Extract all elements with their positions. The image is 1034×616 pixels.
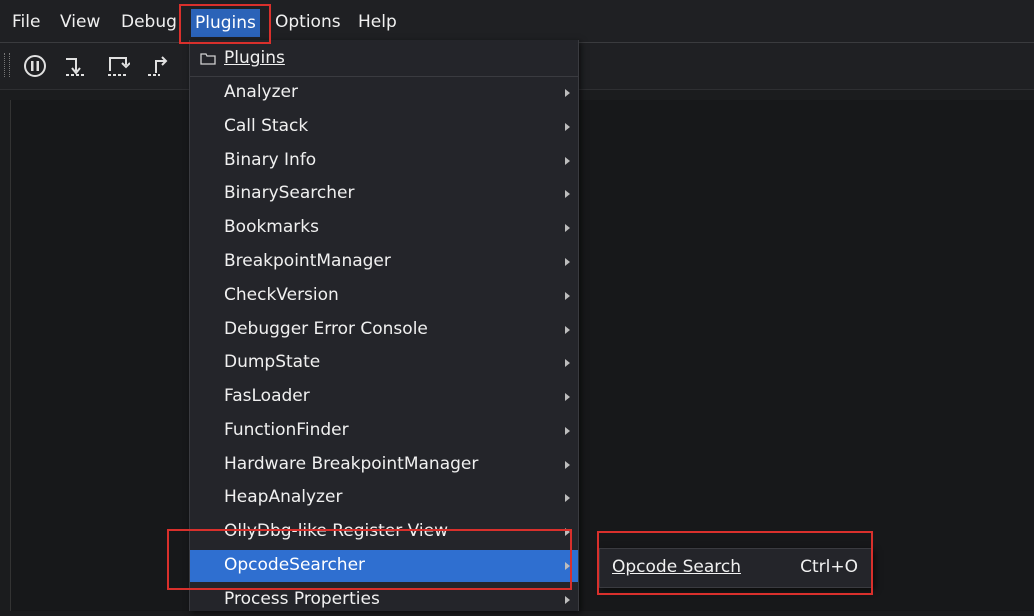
menu-view[interactable]: View (60, 12, 100, 32)
menu-item-functionfinder[interactable]: FunctionFinder (190, 415, 578, 447)
submenu-arrow-icon (565, 89, 570, 97)
step-out-icon[interactable] (146, 53, 172, 79)
submenu-arrow-icon (565, 528, 570, 536)
menu-item-label: BinarySearcher (224, 183, 355, 203)
submenu-arrow-icon (565, 258, 570, 266)
opcode-search-shortcut: Ctrl+O (800, 557, 858, 577)
menu-item-label: Bookmarks (224, 217, 319, 237)
menu-help[interactable]: Help (358, 12, 397, 32)
menu-item-label: FunctionFinder (224, 420, 349, 440)
menu-item-bookmarks[interactable]: Bookmarks (190, 212, 578, 244)
menu-options[interactable]: Options (275, 12, 341, 32)
submenu-arrow-icon (565, 461, 570, 469)
menu-item-analyzer[interactable]: Analyzer (190, 77, 578, 109)
menu-item-heapanalyzer[interactable]: HeapAnalyzer (190, 482, 578, 514)
menu-debug[interactable]: Debug (121, 12, 177, 32)
toolbar-grip[interactable] (4, 53, 10, 77)
menu-item-hardware-breakpointmanager[interactable]: Hardware BreakpointManager (190, 449, 578, 481)
menu-item-label: Binary Info (224, 150, 317, 170)
menu-item-checkversion[interactable]: CheckVersion (190, 280, 578, 312)
menu-item-label: Hardware BreakpointManager (224, 454, 479, 474)
menu-item-binarysearcher[interactable]: BinarySearcher (190, 178, 578, 210)
submenu-arrow-icon (565, 123, 570, 131)
opcode-search-menu-item[interactable]: Opcode Search (612, 557, 741, 577)
menu-item-binary-info[interactable]: Binary Info (190, 145, 578, 177)
menu-item-label: FasLoader (224, 386, 310, 406)
submenu-arrow-icon (565, 494, 570, 502)
menu-item-label: HeapAnalyzer (224, 487, 343, 507)
menu-item-opcodesearcher[interactable]: OpcodeSearcher (190, 550, 578, 582)
submenu-arrow-icon (565, 359, 570, 367)
menu-item-label: BreakpointManager (224, 251, 391, 271)
submenu-arrow-icon (565, 157, 570, 165)
plugins-menu-header: Plugins (190, 40, 578, 77)
plugins-menu-title: Plugins (224, 48, 285, 68)
menu-item-call-stack[interactable]: Call Stack (190, 111, 578, 143)
menu-plugins[interactable]: Plugins (191, 9, 260, 37)
opcodesearcher-submenu: Opcode Search Ctrl+O (599, 548, 873, 588)
menu-file[interactable]: File (12, 12, 40, 32)
menu-item-label: DumpState (224, 352, 321, 372)
submenu-arrow-icon (565, 292, 570, 300)
menu-item-label: OllyDbg-like Register View (224, 521, 448, 541)
menu-item-label: OpcodeSearcher (224, 555, 366, 575)
step-into-icon[interactable] (62, 53, 88, 79)
plugins-menu: Plugins Analyzer Call Stack Binary Info … (189, 40, 579, 611)
menu-item-fasloader[interactable]: FasLoader (190, 381, 578, 413)
step-over-icon[interactable] (104, 53, 131, 79)
menu-item-label: CheckVersion (224, 285, 339, 305)
submenu-arrow-icon (565, 224, 570, 232)
pause-icon[interactable] (22, 53, 48, 79)
submenu-arrow-icon (565, 427, 570, 435)
menu-item-label: Analyzer (224, 82, 298, 102)
submenu-arrow-icon (565, 596, 570, 604)
menu-item-ollydbg-register-view[interactable]: OllyDbg-like Register View (190, 516, 578, 548)
submenu-arrow-icon (565, 326, 570, 334)
menu-bar: File View Debug Plugins Options Help (0, 0, 1034, 43)
folder-icon (200, 50, 216, 69)
submenu-arrow-icon (565, 393, 570, 401)
menu-item-breakpointmanager[interactable]: BreakpointManager (190, 246, 578, 278)
menu-item-dumpstate[interactable]: DumpState (190, 347, 578, 379)
menu-item-label: Call Stack (224, 116, 309, 136)
submenu-arrow-icon (565, 562, 570, 570)
submenu-arrow-icon (565, 190, 570, 198)
menu-item-process-properties[interactable]: Process Properties (190, 584, 578, 616)
menu-item-label: Debugger Error Console (224, 319, 428, 339)
menu-item-label: Process Properties (224, 589, 380, 609)
menu-item-debugger-error-console[interactable]: Debugger Error Console (190, 314, 578, 346)
